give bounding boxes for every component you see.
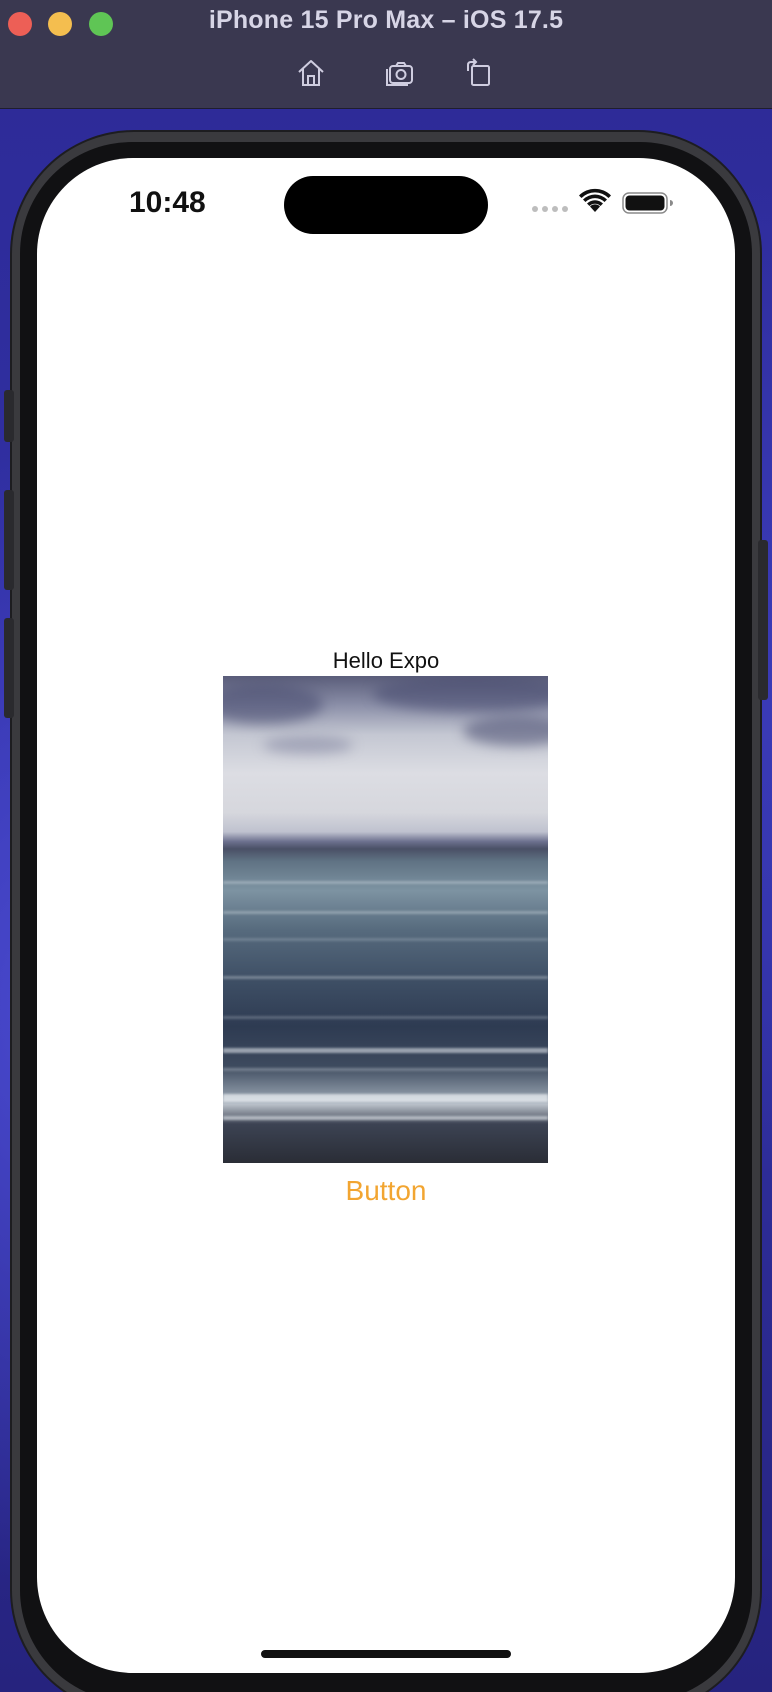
sea-photo — [223, 676, 548, 1163]
action-button — [4, 390, 14, 442]
status-time: 10:48 — [129, 186, 206, 219]
camera-icon — [386, 62, 413, 86]
window-title: iPhone 15 Pro Max – iOS 17.5 — [208, 6, 564, 34]
wifi-icon — [579, 188, 611, 212]
iphone-screen: 10:48 Hello Expo Button — [37, 158, 735, 1673]
home-button[interactable] — [294, 56, 328, 90]
rotate-button[interactable] — [462, 56, 496, 90]
dynamic-island — [284, 176, 488, 234]
hello-title: Hello Expo — [332, 648, 440, 673]
screenshot-button[interactable] — [383, 56, 417, 90]
battery-icon — [622, 192, 673, 214]
signal-dots-icon — [532, 206, 568, 212]
home-icon — [298, 60, 324, 86]
home-indicator[interactable] — [261, 1650, 511, 1658]
volume-up-button — [4, 490, 14, 590]
rotate-icon — [467, 58, 490, 86]
app-button[interactable]: Button — [37, 1175, 735, 1207]
power-button — [758, 540, 768, 700]
volume-down-button — [4, 618, 14, 718]
simulator-titlebar: iPhone 15 Pro Max – iOS 17.5 — [0, 0, 772, 109]
